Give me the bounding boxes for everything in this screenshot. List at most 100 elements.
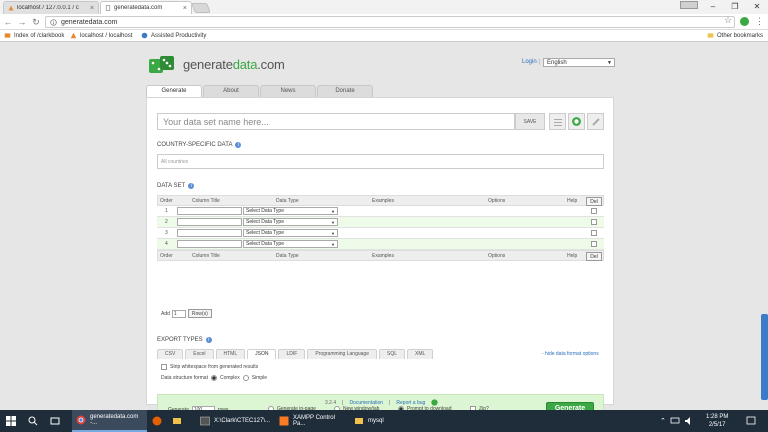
address-bar[interactable]: generatedata.com [45,16,735,28]
close-icon[interactable]: × [90,5,94,12]
maximize-button[interactable]: ❐ [724,0,746,12]
add-rows-button[interactable]: Row(s) [187,309,212,318]
bookmark-localhost[interactable]: localhost / localhost [70,32,132,39]
country-select[interactable]: All countries [157,154,604,169]
data-type-select[interactable]: Select Data Type ▼ [243,207,338,215]
site-logo[interactable]: generatedata.com [148,54,285,74]
back-button[interactable]: ← [2,16,14,28]
info-icon[interactable] [50,18,57,26]
tab-csv[interactable]: CSV [157,349,184,359]
github-icon[interactable] [431,399,438,406]
close-icon[interactable]: × [183,5,187,12]
chevron-up-icon: ⌃ [660,418,666,425]
notification-icon [746,416,756,425]
taskbar-firefox[interactable] [152,410,162,432]
link-button[interactable] [587,113,604,130]
delete-checkbox[interactable] [591,208,597,214]
delete-checkbox[interactable] [591,230,597,236]
grid-footer-header: Order Column Title Data Type Examples Op… [157,250,604,261]
column-title-input[interactable] [177,229,242,237]
other-bookmarks[interactable]: Other bookmarks [707,32,763,39]
bookmarks-bar: Index of /clarkbook localhost / localhos… [0,30,768,42]
taskbar-explorer[interactable] [172,410,182,432]
chevron-down-icon: ▼ [331,209,335,214]
browser-tab-generatedata[interactable]: generatedata.com × [100,1,192,14]
task-view-button[interactable] [50,410,60,432]
search-icon [28,416,38,426]
tab-excel[interactable]: Excel [185,349,214,359]
complex-radio[interactable] [210,375,217,381]
language-select[interactable]: English ▼ [543,58,615,67]
tab-about[interactable]: About [203,85,259,97]
add-rows-input[interactable]: 1 [171,309,186,318]
help-icon[interactable]: i [235,142,242,148]
taskbar-chrome[interactable]: generatedata.com -... [72,410,147,432]
help-icon[interactable]: i [205,337,212,343]
tray-icons[interactable]: ⌃ [660,410,694,432]
chevron-down-icon: ▼ [331,220,335,225]
chrome-menu-icon[interactable]: ⋮ [755,16,764,27]
delete-checkbox[interactable] [591,219,597,225]
delete-checkbox[interactable] [591,241,597,247]
system-clock[interactable]: 1:28 PM 2/5/17 [706,413,728,429]
search-button[interactable] [28,410,38,432]
tab-xml[interactable]: XML [407,349,434,359]
generator-panel: Your data set name here... SAVE COUNTRY-… [146,97,614,424]
chevron-down-icon: ▼ [607,60,612,66]
forward-button[interactable]: → [16,16,28,28]
tab-programming-language[interactable]: Programming Language [307,349,377,359]
data-type-select[interactable]: Select Data Type ▼ [243,218,338,226]
new-tab-button[interactable] [191,3,211,13]
delete-rows-button[interactable]: Del [586,197,602,206]
dataset-name-input[interactable]: Your data set name here... [157,113,515,130]
tab-generate[interactable]: Generate [146,85,202,97]
tab-title: generatedata.com [114,5,163,11]
column-title-input[interactable] [177,218,242,226]
tab-news[interactable]: News [260,85,316,97]
country-section-label: COUNTRY-SPECIFIC DATA i [157,142,242,148]
refresh-button[interactable] [568,113,585,130]
web-page: generatedata.com Login | English ▼ Gener… [0,42,768,424]
extension-icon[interactable] [740,17,749,26]
data-type-select[interactable]: Select Data Type ▼ [243,240,338,248]
tab-donate[interactable]: Donate [317,85,373,97]
phpmyadmin-icon [8,5,14,11]
taskbar-xampp[interactable]: XAMPP Control Pa... [275,410,345,432]
chevron-down-icon: ▼ [331,242,335,247]
load-button[interactable] [549,113,566,130]
help-icon[interactable]: i [188,183,195,189]
tab-ldif[interactable]: LDIF [278,349,306,359]
report-bug-link[interactable]: Report a bug [396,400,425,406]
tab-html[interactable]: HTML [215,349,246,359]
strip-whitespace-option[interactable]: Strip whitespace from generated results [161,364,258,370]
data-type-select[interactable]: Select Data Type ▼ [243,229,338,237]
taskbar-mysql-folder[interactable]: mysql [350,410,400,432]
reload-button[interactable]: ↻ [30,16,42,28]
hide-format-options-link[interactable]: - hide data format options [542,351,599,357]
minimize-button[interactable]: – [702,0,724,12]
tab-json[interactable]: JSON [247,349,277,359]
column-title-input[interactable] [177,207,242,215]
table-row: 4 Select Data Type ▼ [157,239,604,250]
bookmark-index-clarkbook[interactable]: Index of /clarkbook [4,32,64,39]
xampp-icon [279,416,289,426]
strip-whitespace-checkbox[interactable] [161,364,167,370]
login-link[interactable]: Login | [522,59,540,65]
action-center-button[interactable] [746,410,756,432]
recycle-icon [572,117,581,126]
start-button[interactable] [6,410,16,432]
documentation-link[interactable]: Documentation [349,400,383,406]
tab-sql[interactable]: SQL [378,349,405,359]
page-icon [105,5,111,11]
close-window-button[interactable]: ✕ [746,0,768,12]
scrollbar[interactable] [761,314,768,400]
browser-tab-localhost[interactable]: localhost / 127.0.0.1 / c × [3,1,99,14]
taskbar-terminal[interactable]: X:\Clark\CTEC127\... [196,410,271,432]
delete-rows-button[interactable]: Del [586,252,602,261]
bookmark-star-icon[interactable]: ☆ [724,15,732,26]
save-button[interactable]: SAVE [515,113,545,130]
simple-radio[interactable] [242,375,249,381]
column-title-input[interactable] [177,240,242,248]
profile-button[interactable] [680,1,698,9]
bookmark-assisted-productivity[interactable]: Assisted Productivity [141,32,206,39]
